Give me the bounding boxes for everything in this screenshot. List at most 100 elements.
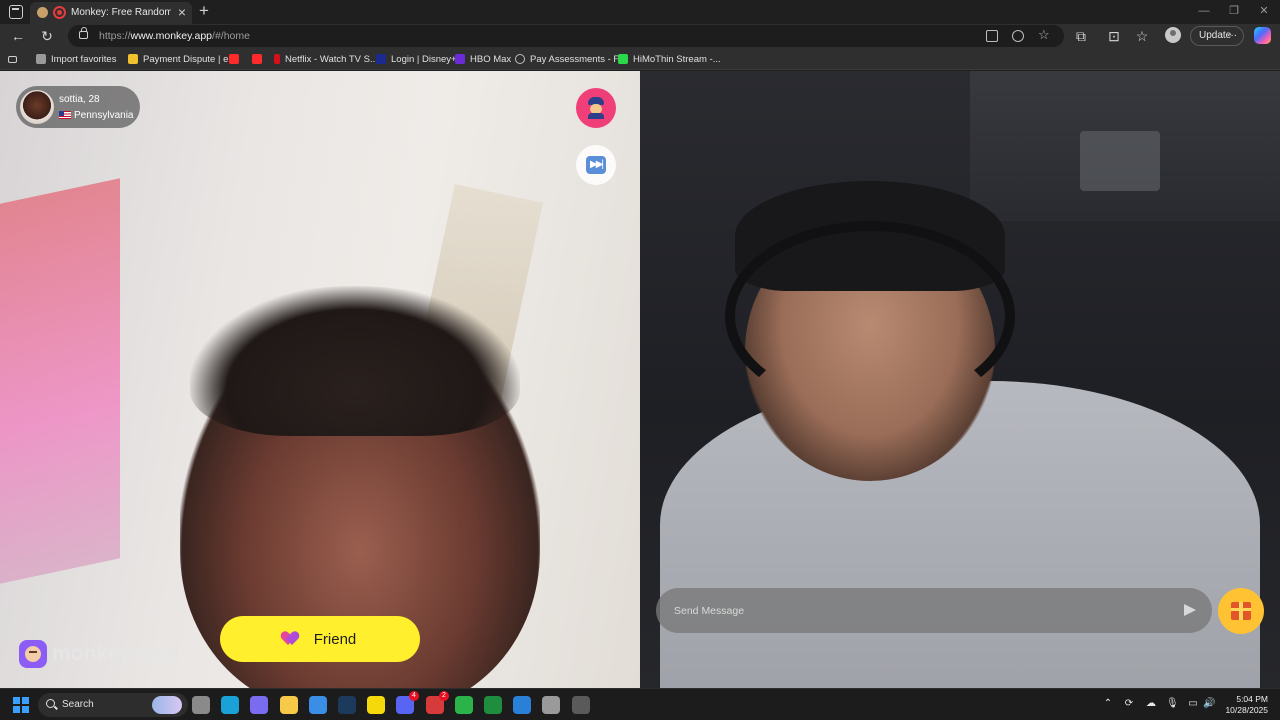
import-icon xyxy=(36,54,46,64)
bookmark-himothin-stream[interactable]: HiMoThin Stream -... xyxy=(618,51,721,67)
next-track-icon: ▶▶| xyxy=(586,156,606,174)
tab-actions-icon[interactable] xyxy=(9,5,23,19)
search-highlight-icon xyxy=(152,696,182,714)
address-bar[interactable]: https://www.monkey.app/#/home ☆ xyxy=(68,25,1064,47)
taskbar-clock[interactable]: 5:04 PM 10/28/2025 xyxy=(1222,694,1268,716)
workspace-icon xyxy=(37,7,48,18)
recording-icon xyxy=(53,6,66,19)
brand-watermark: monkey.cool xyxy=(19,640,179,668)
steam-icon[interactable] xyxy=(338,696,356,714)
kick-icon xyxy=(618,54,628,64)
gift-button[interactable] xyxy=(1218,588,1264,634)
heart-icon xyxy=(284,632,300,646)
cloud-icon[interactable]: ☁ xyxy=(1145,698,1157,710)
task-view-icon[interactable] xyxy=(192,696,210,714)
netflix-icon xyxy=(274,54,280,64)
edge-icon[interactable] xyxy=(221,696,239,714)
close-window-icon[interactable]: ✕ xyxy=(1253,3,1275,19)
bookmarks-menu-icon[interactable] xyxy=(8,51,22,67)
bookmark-payment-dispute[interactable]: Payment Dispute | e... xyxy=(128,51,236,67)
clock-time: 5:04 PM xyxy=(1236,694,1268,704)
bookmark-youtube-2[interactable] xyxy=(252,51,267,67)
bookmark-pay-assessments[interactable]: Pay Assessments - F... xyxy=(515,51,626,67)
background-wall-art xyxy=(0,178,120,584)
report-button[interactable] xyxy=(576,88,616,128)
favorites-icon[interactable]: ☆ xyxy=(1132,26,1152,46)
disney-icon xyxy=(376,54,386,64)
minimize-icon[interactable]: — xyxy=(1193,3,1215,19)
remote-video: sottia, 28 Pennsylvania ▶▶| Friend monke… xyxy=(0,71,640,688)
peer-location: Pennsylvania xyxy=(74,110,134,121)
brand-text: monkey.cool xyxy=(52,642,179,665)
browser-tab[interactable]: Monkey: Free Random Video × xyxy=(30,2,192,24)
sync-icon[interactable]: ⟳ xyxy=(1123,698,1135,710)
chat-input[interactable] xyxy=(674,588,1154,633)
lock-icon[interactable] xyxy=(79,27,88,39)
us-flag-icon xyxy=(59,111,71,119)
screen: Monkey: Free Random Video × + — ❐ ✕ ← ↻ … xyxy=(0,0,1280,720)
close-tab-icon[interactable]: × xyxy=(175,4,189,20)
send-icon[interactable] xyxy=(1184,604,1196,616)
settings-app-icon[interactable] xyxy=(572,696,590,714)
police-officer-icon xyxy=(586,97,606,119)
bookmark-disney[interactable]: Login | Disney+ xyxy=(376,51,457,67)
new-tab-icon[interactable]: + xyxy=(196,2,212,20)
notification-badge: 4 xyxy=(409,691,419,701)
xbox-icon[interactable] xyxy=(455,696,473,714)
sticky-notes-icon[interactable] xyxy=(367,696,385,714)
search-icon xyxy=(46,699,55,708)
windows-start-icon[interactable] xyxy=(13,697,29,713)
extensions-icon[interactable]: ⧉ xyxy=(1071,26,1091,46)
bookmark-netflix[interactable]: Netflix - Watch TV S... xyxy=(274,51,378,67)
more-icon: ··· xyxy=(1227,30,1237,41)
person-hair xyxy=(190,286,520,436)
headphones xyxy=(725,221,1015,411)
app-red-icon[interactable]: 2 xyxy=(426,691,449,714)
app-gray-icon[interactable] xyxy=(542,696,560,714)
youtube-icon xyxy=(252,54,262,64)
restore-icon[interactable]: ❐ xyxy=(1223,3,1245,19)
bookmark-hbo-max[interactable]: HBO Max xyxy=(455,51,511,67)
chevron-up-icon[interactable]: ⌃ xyxy=(1102,698,1114,710)
vscode-icon[interactable] xyxy=(513,696,531,714)
taskbar-search[interactable]: Search xyxy=(38,693,188,717)
peer-info-badge[interactable]: sottia, 28 Pennsylvania xyxy=(16,86,140,128)
store-icon[interactable] xyxy=(309,696,327,714)
monkey-logo-icon xyxy=(19,640,47,668)
favorite-star-icon[interactable]: ☆ xyxy=(1038,28,1050,41)
url-text[interactable]: https://www.monkey.app/#/home xyxy=(99,30,250,42)
split-screen-icon[interactable]: ⊡ xyxy=(1104,26,1124,46)
friend-button-label: Friend xyxy=(313,630,357,648)
profile-avatar[interactable] xyxy=(1165,27,1181,43)
bookmarks-bar: Import favorites Payment Dispute | e... … xyxy=(0,48,1280,70)
avatar[interactable] xyxy=(20,90,54,124)
friend-button[interactable]: Friend xyxy=(220,616,420,662)
back-icon[interactable]: ← xyxy=(8,26,28,46)
browser-toolbar: ← ↻ https://www.monkey.app/#/home ☆ ⧉ ⊡ … xyxy=(0,24,1280,48)
speaker-icon[interactable]: 🔊 xyxy=(1203,698,1215,710)
notification-badge: 2 xyxy=(439,691,449,701)
chat-input-box[interactable] xyxy=(656,588,1212,633)
skip-button[interactable]: ▶▶| xyxy=(576,145,616,185)
file-explorer-icon[interactable] xyxy=(280,696,298,714)
update-button[interactable]: Update ··· xyxy=(1190,26,1244,46)
clock-date: 10/28/2025 xyxy=(1225,705,1268,715)
discord-icon[interactable]: 4 xyxy=(396,691,419,714)
more-options-icon[interactable] xyxy=(1012,30,1024,42)
refresh-icon[interactable]: ↻ xyxy=(37,26,57,46)
copilot-icon[interactable] xyxy=(250,696,268,714)
globe-icon xyxy=(515,54,525,64)
app-green-icon[interactable] xyxy=(484,696,502,714)
bookmark-import-favorites[interactable]: Import favorites xyxy=(36,51,116,67)
camera-icon[interactable] xyxy=(986,30,998,42)
display-icon[interactable]: ▭ xyxy=(1187,698,1199,710)
gift-icon xyxy=(1231,602,1251,620)
microphone-icon[interactable]: 🎙 xyxy=(1166,698,1179,710)
local-video xyxy=(640,71,1280,688)
tab-title: Monkey: Free Random Video xyxy=(71,7,171,18)
copilot-icon[interactable] xyxy=(1254,27,1271,44)
hbo-max-icon xyxy=(455,54,465,64)
background-box xyxy=(1080,131,1160,191)
youtube-icon xyxy=(229,54,239,64)
bookmark-youtube-1[interactable] xyxy=(229,51,244,67)
